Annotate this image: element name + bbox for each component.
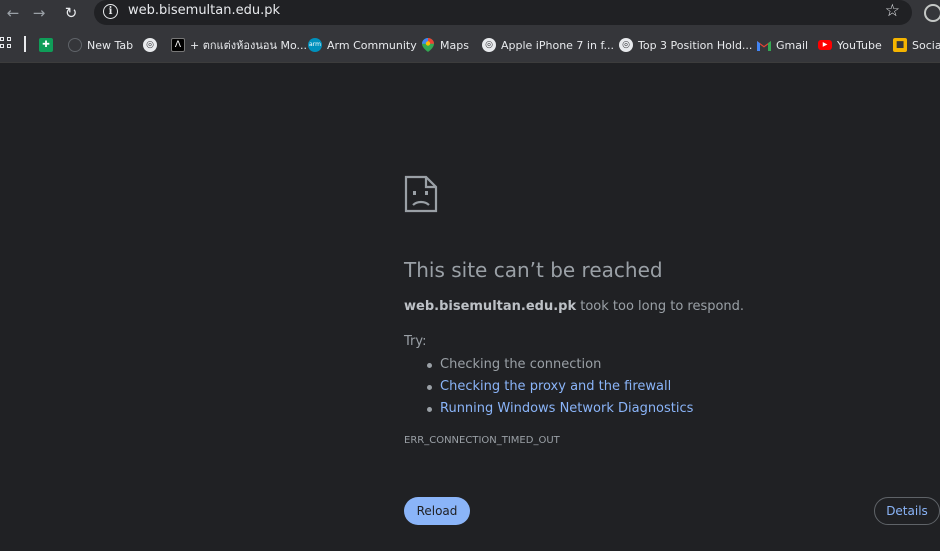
reload-icon[interactable]: ↻ [60, 2, 82, 24]
bookmark-maps[interactable]: Maps [421, 37, 469, 53]
bookmark-label: Social [912, 38, 940, 52]
google-sheets-icon: ✚ [39, 38, 53, 52]
suggestion-proxy-firewall-link[interactable]: Checking the proxy and the firewall [424, 376, 693, 398]
new-tab-icon [68, 38, 82, 52]
gmail-icon [757, 38, 771, 52]
suggestion-checking-connection: Checking the connection [424, 354, 693, 376]
bookmark-thai-site[interactable]: Λ + ตกแต่งห้องนอน Mo... [171, 37, 307, 53]
browser-toolbar: ← → ↻ i web.bisemultan.edu.pk ☆ [0, 0, 940, 27]
maps-icon [421, 38, 435, 52]
social-icon: ■ [893, 38, 907, 52]
error-code: ERR_CONNECTION_TIMED_OUT [404, 435, 560, 446]
reload-button[interactable]: Reload [404, 497, 470, 525]
url-text[interactable]: web.bisemultan.edu.pk [128, 3, 280, 18]
back-arrow-icon[interactable]: ← [2, 2, 24, 24]
error-title: This site can’t be reached [404, 258, 663, 282]
error-message-suffix: took too long to respond. [576, 299, 745, 314]
arm-icon: arm [308, 38, 322, 52]
suggestion-list: Checking the connection Checking the pro… [424, 354, 693, 420]
bookmark-youtube[interactable]: ▶ YouTube [818, 37, 882, 53]
bookmark-arm-community[interactable]: arm Arm Community [308, 37, 417, 53]
bookmark-label: YouTube [837, 38, 882, 52]
apps-grid-icon[interactable] [0, 37, 12, 49]
error-host: web.bisemultan.edu.pk [404, 299, 577, 314]
bookmark-label: + ตกแต่งห้องนอน Mo... [190, 39, 308, 52]
bookmark-label: Apple iPhone 7 in f... [501, 38, 615, 52]
profile-icon[interactable] [924, 4, 940, 22]
bookmarks-separator [24, 36, 26, 52]
globe-icon: ◎ [143, 38, 157, 52]
bookmark-star-icon[interactable]: ☆ [885, 1, 900, 21]
bookmark-social[interactable]: ■ Social [893, 37, 940, 53]
bookmark-label: Top 3 Position Hold... [638, 38, 753, 52]
details-button[interactable]: Details [874, 497, 940, 525]
error-page: This site can’t be reached web.bisemulta… [0, 63, 940, 551]
globe-icon: ◎ [619, 38, 633, 52]
try-label: Try: [404, 334, 427, 349]
youtube-icon: ▶ [818, 40, 832, 50]
bookmark-label: Maps [440, 38, 469, 52]
bookmark-globe[interactable]: ◎ [143, 37, 157, 53]
bookmark-label: New Tab [87, 38, 134, 52]
sad-page-icon [404, 175, 438, 213]
bookmark-label: Gmail [776, 38, 809, 52]
bookmark-new-tab[interactable]: New Tab [68, 37, 133, 53]
site-info-icon[interactable]: i [103, 4, 118, 19]
suggestion-network-diagnostics-link[interactable]: Running Windows Network Diagnostics [424, 398, 693, 420]
bookmark-label: Arm Community [327, 38, 417, 52]
bookmark-google-sheets[interactable]: ✚ [39, 37, 53, 53]
error-message: web.bisemultan.edu.pk took too long to r… [404, 299, 744, 314]
bookmark-apple-iphone[interactable]: ◎ Apple iPhone 7 in f... [482, 37, 614, 53]
forward-arrow-icon[interactable]: → [28, 2, 50, 24]
bookmark-gmail[interactable]: Gmail [757, 37, 808, 53]
globe-icon: ◎ [482, 38, 496, 52]
site-icon: Λ [171, 38, 185, 52]
address-bar[interactable]: i web.bisemultan.edu.pk ☆ [94, 0, 912, 25]
bookmark-top3-position[interactable]: ◎ Top 3 Position Hold... [619, 37, 752, 53]
